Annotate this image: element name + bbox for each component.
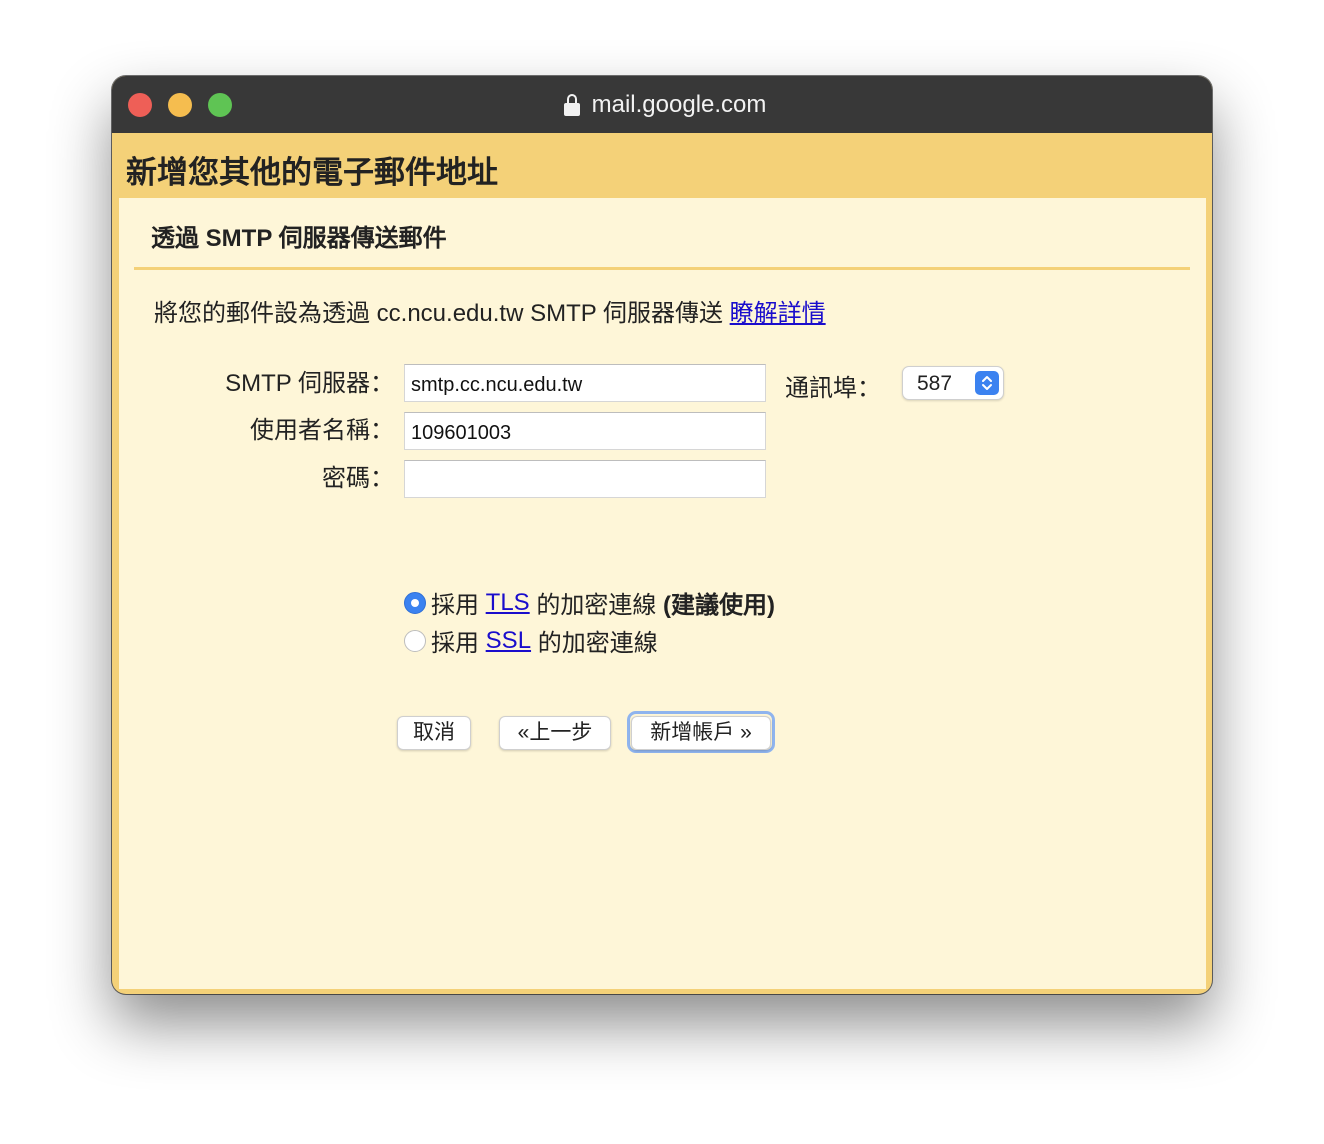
intro-text: 將您的郵件設為透過 cc.ncu.edu.tw SMTP 伺服器傳送 瞭解詳情	[154, 293, 826, 328]
url-text: mail.google.com	[591, 90, 767, 118]
learn-more-link[interactable]: 瞭解詳情	[730, 300, 826, 327]
tls-radio[interactable]	[404, 591, 426, 614]
port-select[interactable]: 587	[902, 366, 1004, 400]
tls-suffix: 的加密連線	[536, 592, 657, 619]
section-divider	[134, 267, 1190, 270]
password-label: 密碼：	[322, 465, 394, 492]
chevron-up-down-icon	[975, 371, 999, 395]
smtp-server-input[interactable]	[404, 364, 766, 402]
intro-description: 將您的郵件設為透過 cc.ncu.edu.tw SMTP 伺服器傳送	[154, 300, 723, 327]
username-label: 使用者名稱：	[250, 417, 394, 444]
password-input[interactable]	[404, 460, 766, 498]
dialog-title: 新增您其他的電子郵件地址	[126, 155, 498, 190]
dialog-header: 新增您其他的電子郵件地址	[112, 133, 1212, 198]
smtp-settings-panel: 透過 SMTP 伺服器傳送郵件 將您的郵件設為透過 cc.ncu.edu.tw …	[119, 198, 1206, 989]
username-input[interactable]	[404, 412, 766, 450]
section-title: 透過 SMTP 伺服器傳送郵件	[151, 225, 447, 252]
port-label: 通訊埠：	[785, 375, 881, 402]
ssl-prefix: 採用	[431, 630, 479, 657]
tls-link[interactable]: TLS	[486, 589, 530, 617]
smtp-server-label: SMTP 伺服器：	[225, 370, 394, 397]
tls-option[interactable]: 採用 TLS 的加密連線 (建議使用)	[404, 585, 775, 620]
port-value: 587	[917, 372, 953, 395]
add-account-button[interactable]: 新增帳戶 »	[631, 716, 771, 750]
back-button[interactable]: «上一步	[499, 716, 611, 750]
ssl-option[interactable]: 採用 SSL 的加密連線	[404, 623, 658, 658]
tls-prefix: 採用	[431, 592, 479, 619]
lock-icon	[563, 93, 580, 116]
ssl-suffix: 的加密連線	[537, 630, 658, 657]
cancel-button[interactable]: 取消	[397, 716, 471, 750]
window-titlebar: mail.google.com	[112, 76, 1212, 133]
browser-window: mail.google.com 新增您其他的電子郵件地址 透過 SMTP 伺服器…	[112, 76, 1212, 994]
tls-recommended: (建議使用)	[663, 592, 776, 619]
ssl-radio[interactable]	[404, 629, 426, 652]
address-bar[interactable]: mail.google.com	[112, 76, 1212, 133]
ssl-link[interactable]: SSL	[486, 627, 531, 655]
